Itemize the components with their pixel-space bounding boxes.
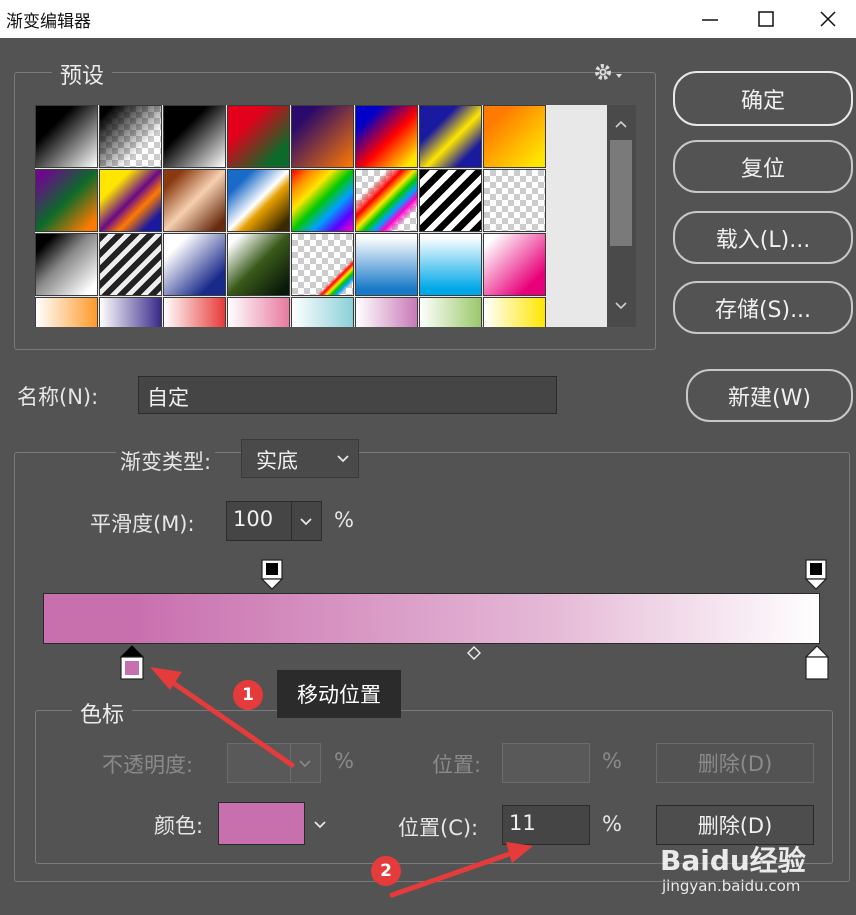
annotation-arrows bbox=[150, 667, 533, 898]
step-badge-2: 2 bbox=[371, 856, 401, 886]
step-badge-1: 1 bbox=[233, 680, 263, 710]
watermark-brand: Baidu经验 bbox=[660, 844, 806, 877]
watermark-url: jingyan.baidu.com bbox=[662, 877, 801, 895]
move-position-tooltip: 移动位置 bbox=[277, 670, 401, 718]
watermark: Baidu经验 jingyan.baidu.com bbox=[660, 835, 850, 905]
